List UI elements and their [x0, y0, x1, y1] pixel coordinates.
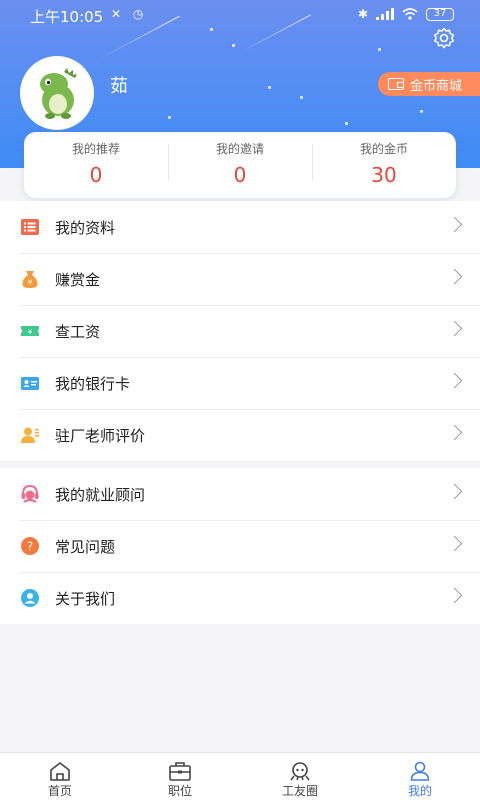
teacher-icon [21, 427, 39, 443]
stat-coins[interactable]: 我的金币 30 [312, 132, 456, 198]
menu-item-label: 我的就业顾问 [55, 485, 146, 504]
menu-item-about-us[interactable]: 关于我们 [0, 572, 480, 624]
signal-icon [376, 8, 394, 20]
tab-community[interactable]: 工友圈 [240, 753, 360, 800]
menu-item-teacher-review[interactable]: 驻厂老师评价 [0, 409, 480, 461]
menu-item-label: 赚赏金 [55, 270, 101, 289]
menu-item-label: 我的资料 [55, 218, 116, 237]
star-decoration [268, 86, 271, 89]
bluetooth-icon: ✱ [357, 7, 368, 21]
tab-label: 我的 [407, 784, 432, 798]
chevron-right-icon [446, 372, 463, 389]
avatar[interactable] [20, 56, 94, 130]
menu-group-support: 我的就业顾问 ? 常见问题 关于我们 [0, 468, 480, 624]
menu-item-label: 关于我们 [55, 589, 116, 608]
svg-text:?: ? [27, 540, 33, 554]
stat-value: 0 [233, 163, 247, 187]
menu-item-career-advisor[interactable]: 我的就业顾问 [0, 468, 480, 520]
coin-mall-button[interactable]: 金币商城 [378, 72, 480, 96]
briefcase-icon [169, 762, 191, 781]
stats-card: 我的推荐 0 我的邀请 0 我的金币 30 [24, 132, 456, 198]
ticket-icon: ¥ [21, 326, 39, 336]
stat-invitations[interactable]: 我的邀请 0 [168, 132, 312, 198]
coin-mall-label: 金币商城 [410, 78, 463, 94]
community-icon [290, 762, 310, 781]
chevron-right-icon [446, 535, 463, 552]
stat-label: 我的推荐 [71, 142, 120, 156]
status-right: ✱ 37 [358, 7, 454, 21]
menu-item-my-profile[interactable]: 我的资料 [0, 201, 480, 253]
home-icon [50, 762, 70, 781]
menu-item-label: 驻厂老师评价 [55, 426, 146, 445]
bottom-tab-bar: 首页 职位 工友圈 我的 [0, 752, 480, 800]
chevron-right-icon [446, 587, 463, 604]
chevron-right-icon [446, 424, 463, 441]
star-decoration [168, 116, 171, 119]
star-decoration [420, 110, 423, 113]
stat-value: 0 [89, 163, 103, 187]
chevron-right-icon [446, 268, 463, 285]
chevron-right-icon [446, 216, 463, 233]
settings-gear-icon[interactable] [432, 26, 456, 50]
wifi-icon [402, 8, 418, 20]
star-decoration [378, 48, 381, 51]
tab-home[interactable]: 首页 [0, 753, 120, 800]
menu-item-label: 常见问题 [55, 537, 116, 556]
chevron-right-icon [446, 320, 463, 337]
advisor-icon [21, 484, 39, 503]
menu-item-label: 我的银行卡 [55, 374, 131, 393]
profile-icon [410, 761, 430, 781]
list-icon [21, 219, 39, 235]
stat-value: 30 [371, 163, 397, 187]
tab-label: 职位 [167, 784, 192, 798]
menu-item-label: 查工资 [55, 322, 101, 341]
money-bag-icon: ¥ [22, 271, 38, 288]
tab-label: 首页 [47, 784, 72, 798]
tab-mine[interactable]: 我的 [360, 753, 480, 800]
menu-group-account: 我的资料 ¥ 赚赏金 ¥ 查工资 我的银行卡 驻厂老师评价 [0, 201, 480, 461]
star-decoration [232, 44, 235, 47]
wallet-icon [388, 78, 404, 90]
status-time: 上午10:05 [30, 8, 104, 26]
status-bar: 上午10:05 ✕ ◷ ✱ 37 [0, 0, 480, 30]
menu-item-earn-bounty[interactable]: ¥ 赚赏金 [0, 253, 480, 305]
battery-icon: 37 [426, 7, 454, 21]
question-icon: ? [21, 537, 39, 555]
star-decoration [345, 122, 348, 125]
tab-label: 工友圈 [281, 784, 318, 798]
chevron-right-icon [446, 483, 463, 500]
dinosaur-avatar-icon [24, 60, 90, 126]
menu-item-check-salary[interactable]: ¥ 查工资 [0, 305, 480, 357]
id-card-icon [21, 377, 39, 390]
svg-text:¥: ¥ [28, 328, 33, 336]
status-indicators: ✕ ◷ [111, 7, 148, 21]
username: 茹 [110, 76, 128, 97]
svg-text:¥: ¥ [28, 279, 33, 287]
star-decoration [300, 96, 303, 99]
stat-recommendations[interactable]: 我的推荐 0 [24, 132, 168, 198]
menu-item-faq[interactable]: ? 常见问题 [0, 520, 480, 572]
stat-label: 我的金币 [359, 142, 408, 156]
stat-label: 我的邀请 [215, 142, 264, 156]
menu-item-bank-card[interactable]: 我的银行卡 [0, 357, 480, 409]
about-icon [21, 589, 39, 607]
tab-jobs[interactable]: 职位 [120, 753, 240, 800]
